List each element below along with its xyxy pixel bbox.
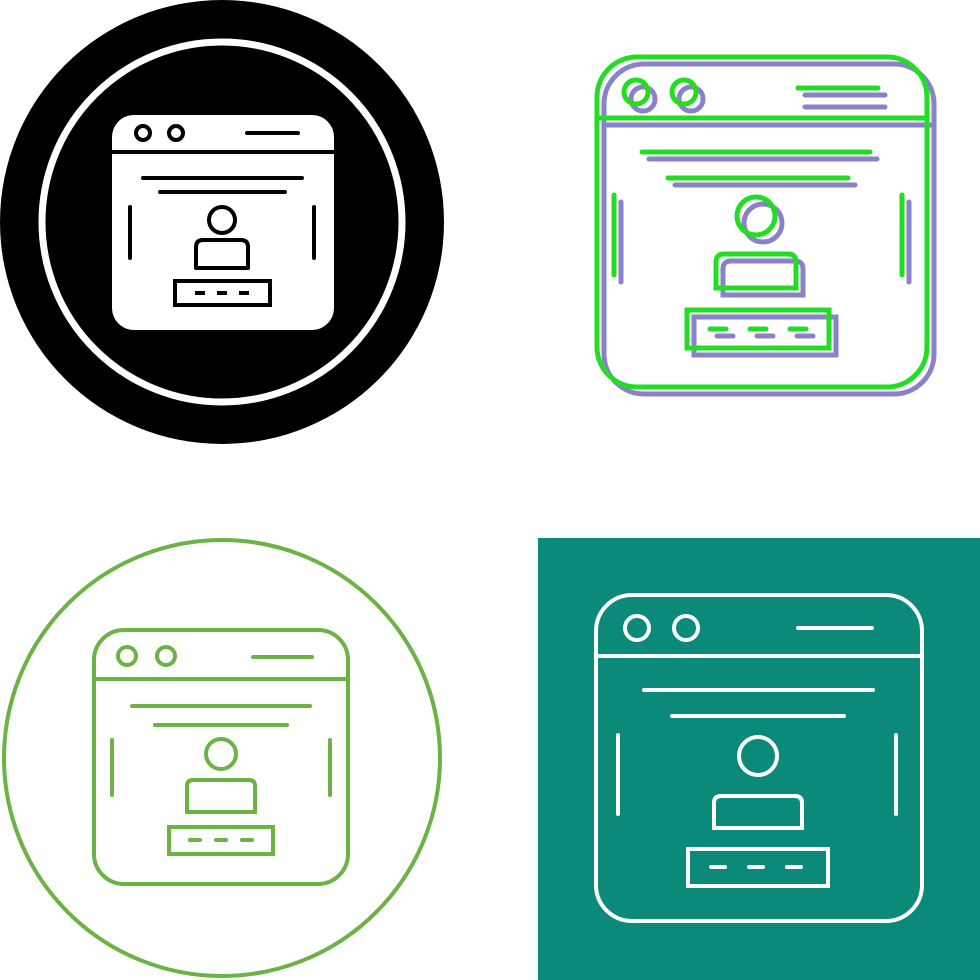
user-head-icon [204,737,238,771]
outline-layer [92,628,350,886]
window-dot-icon [116,645,138,667]
login-two-tone-svg [594,54,937,397]
login-icon-glyph-circle [0,0,450,450]
window-dot-icon [155,645,177,667]
browser-window-outline [92,628,350,886]
login-icon-outline-square [538,538,980,980]
login-icon-outline-circle [0,530,450,980]
user-body-icon [185,778,257,814]
teal-background [538,538,980,980]
browser-window-shape [112,115,334,330]
login-square-svg [538,538,980,980]
login-outline-svg [2,538,442,978]
login-glyph-svg [0,0,444,444]
login-icon-two-tone [580,40,950,410]
outer-green-ring [2,538,442,978]
icon-sheet [0,0,980,980]
